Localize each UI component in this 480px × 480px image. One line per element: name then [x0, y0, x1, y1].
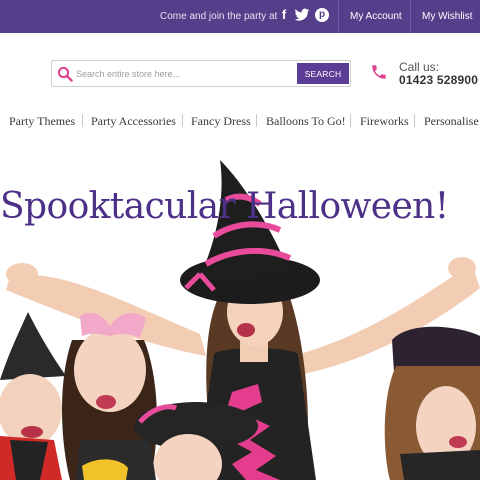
nav-separator: [82, 114, 83, 127]
twitter-icon[interactable]: [294, 7, 310, 23]
pinterest-circle: p: [315, 8, 329, 22]
top-divider: [410, 0, 411, 33]
search-input[interactable]: [76, 64, 294, 83]
woman-left-hand: [6, 263, 38, 285]
woman-right-hand: [448, 257, 476, 279]
hero-banner[interactable]: Spooktacular Halloween!: [0, 140, 480, 480]
nav-separator: [350, 114, 351, 127]
nav-item-fancy-dress[interactable]: Fancy Dress: [191, 114, 251, 129]
my-account-link[interactable]: My Account: [350, 11, 402, 22]
phone-number[interactable]: 01423 528900: [399, 73, 478, 87]
join-party-text: Come and join the party at: [160, 11, 278, 22]
woman-mouth: [237, 323, 255, 337]
girl-right-dress: [400, 450, 480, 480]
boy-hat: [0, 312, 66, 380]
search-form: SEARCH: [51, 60, 351, 87]
boy-mouth: [21, 426, 43, 438]
twitter-bird-shape: [294, 8, 310, 21]
girl-right-mouth: [449, 436, 467, 448]
nav-item-fireworks[interactable]: Fireworks: [360, 114, 409, 129]
nav-separator: [182, 114, 183, 127]
call-us-label: Call us:: [399, 60, 440, 74]
top-divider: [338, 0, 339, 33]
nav-separator: [414, 114, 415, 127]
nav-item-party-themes[interactable]: Party Themes: [9, 114, 75, 129]
facebook-icon[interactable]: f: [276, 7, 292, 23]
nav-item-balloons-to-go[interactable]: Balloons To Go!: [266, 114, 346, 129]
search-icon: [57, 66, 73, 82]
phone-icon: [372, 65, 386, 79]
nav-item-personalise[interactable]: Personalise: [424, 114, 479, 129]
top-bar: Come and join the party at f p My Accoun…: [0, 0, 480, 33]
my-wishlist-link[interactable]: My Wishlist: [422, 11, 473, 22]
pinterest-icon[interactable]: p: [315, 7, 331, 23]
nav-item-party-accessories[interactable]: Party Accessories: [91, 114, 176, 129]
nav-separator: [256, 114, 257, 127]
search-button[interactable]: SEARCH: [297, 63, 349, 84]
girl-left-mouth: [96, 395, 116, 409]
main-nav: Party Themes Party Accessories Fancy Dre…: [0, 112, 480, 130]
hero-title: Spooktacular Halloween!: [0, 186, 449, 227]
